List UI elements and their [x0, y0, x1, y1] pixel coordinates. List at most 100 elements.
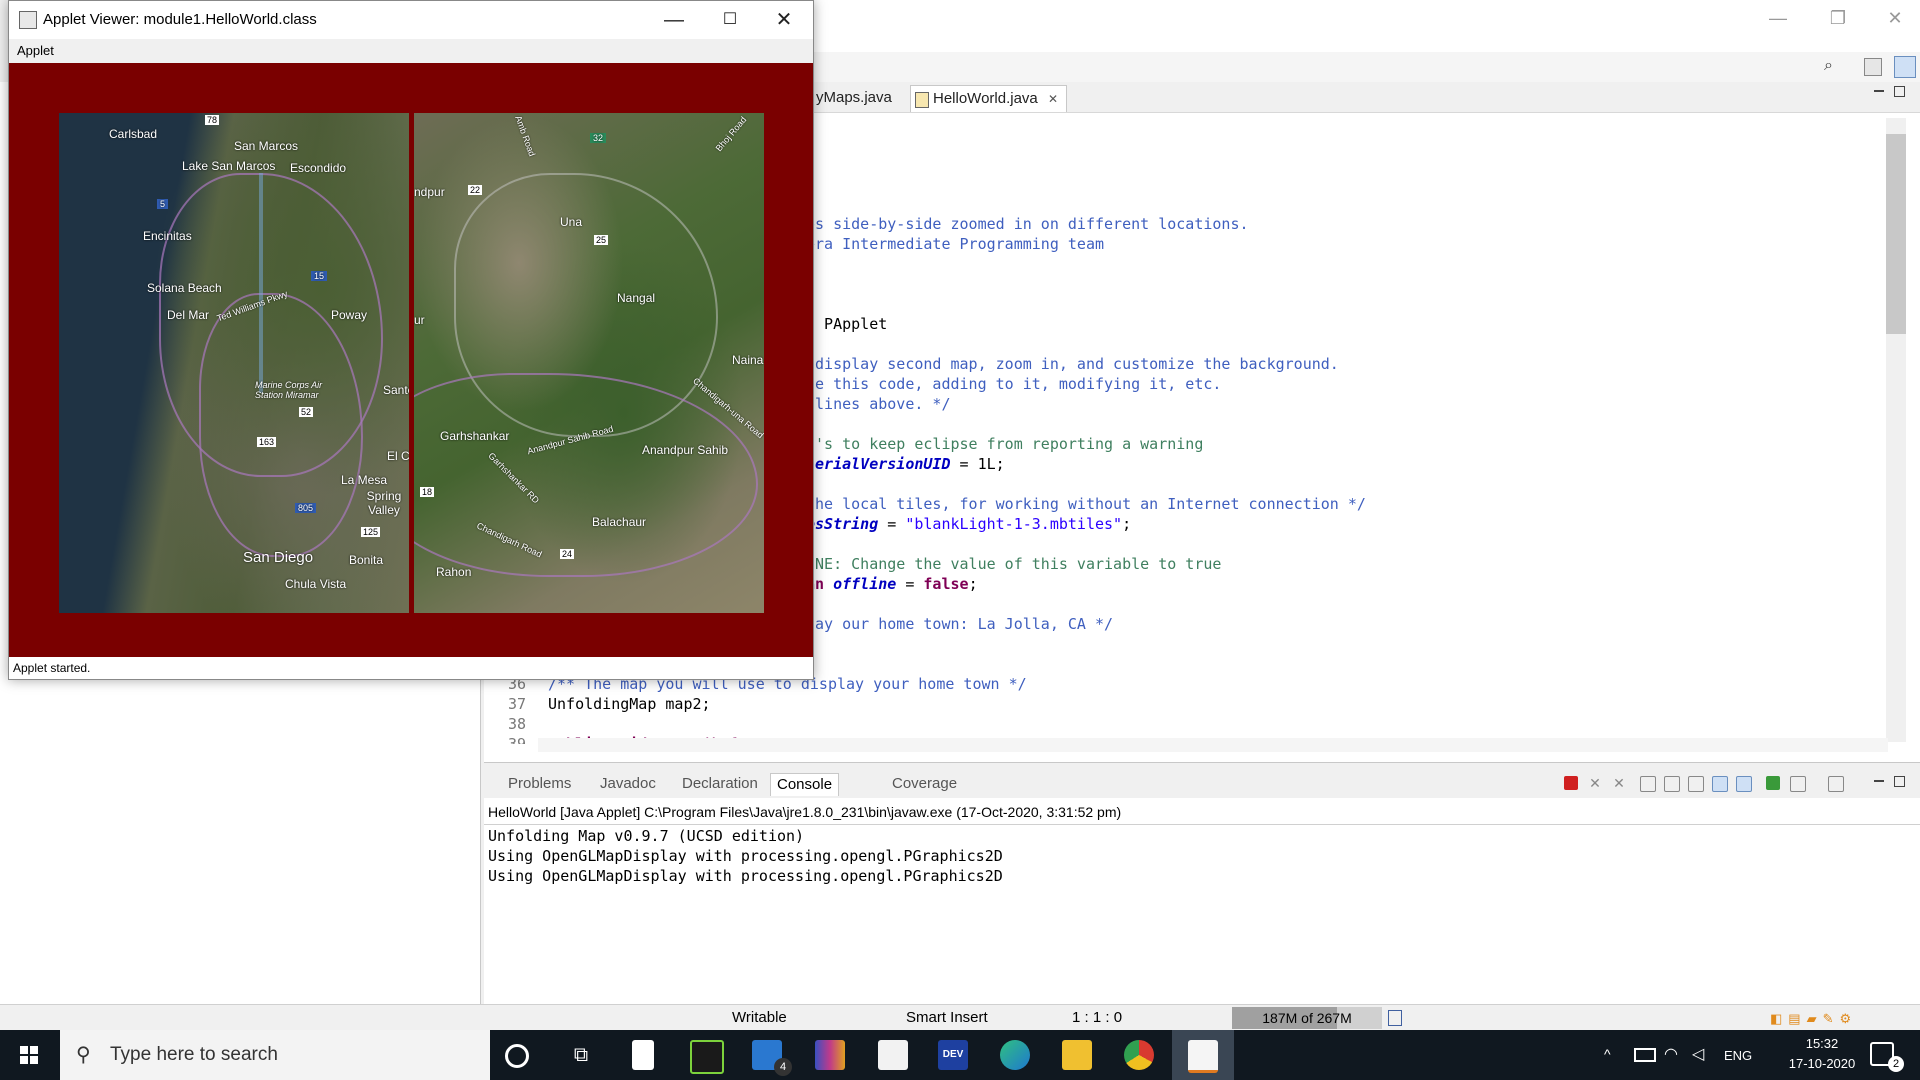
chrome-icon[interactable]: [1124, 1040, 1154, 1070]
tab-javadoc[interactable]: Javadoc: [600, 773, 656, 795]
pycharm-icon[interactable]: [690, 1040, 724, 1074]
file-explorer-icon[interactable]: [1062, 1040, 1092, 1070]
map-label: Anandpur Sahib: [642, 443, 729, 457]
map-label: San Diego: [243, 549, 314, 566]
dev-cpp-icon[interactable]: DEV: [938, 1040, 968, 1070]
map-san-diego[interactable]: Carlsbad San Marcos Lake San Marcos Esco…: [59, 113, 409, 613]
open-perspective-icon[interactable]: [1864, 58, 1882, 76]
tab-declaration[interactable]: Declaration: [682, 773, 758, 795]
map-label: Lake San Marcos: [182, 159, 276, 173]
road: [414, 373, 758, 577]
tray-icons[interactable]: ◧▤▰✎⚙: [1770, 1011, 1910, 1026]
maximize-editor-icon[interactable]: [1894, 86, 1905, 97]
map-label: Rahon: [436, 565, 472, 579]
map-label: Amb Road: [513, 114, 538, 158]
scroll-lock-icon[interactable]: [1664, 776, 1680, 792]
highway-shield: 163: [257, 437, 277, 447]
eclipse-toolbar: ⌕: [808, 52, 1920, 83]
clear-console-icon[interactable]: [1640, 776, 1656, 792]
java-icon[interactable]: [1188, 1040, 1218, 1073]
search-placeholder: Type here to search: [110, 1044, 278, 1065]
map-label: Spring Valley: [366, 489, 402, 517]
highway-shield: 32: [590, 133, 607, 143]
start-button[interactable]: [0, 1030, 60, 1080]
windows-logo-icon: [30, 1056, 38, 1064]
map-label: Nangal: [617, 291, 656, 305]
pin-console-icon[interactable]: [1766, 776, 1780, 790]
map-label: Bonita: [349, 553, 384, 567]
heap-status-label: 187M of 267M: [1262, 1010, 1352, 1026]
show-stdout-icon[interactable]: [1712, 776, 1728, 792]
status-bar: Writable Smart Insert 1 : 1 : 0 187M of …: [0, 1004, 1920, 1031]
task-view-icon[interactable]: ⧉: [566, 1040, 596, 1070]
word-wrap-icon[interactable]: [1688, 776, 1704, 792]
close-tab-icon[interactable]: ✕: [1048, 92, 1058, 106]
remove-launch-icon[interactable]: ✕: [1588, 776, 1602, 790]
clock-date[interactable]: 17-10-2020: [1772, 1056, 1872, 1071]
highway-shield: 15: [311, 271, 328, 281]
writable-status: Writable: [732, 1009, 787, 1026]
highway-shield: 5: [157, 199, 169, 209]
map-label: Chula Vista: [285, 577, 347, 591]
editor-horizontal-scrollbar[interactable]: [538, 738, 1888, 752]
map-label: Sante: [383, 383, 409, 397]
tab-helloworld-label: HelloWorld.java: [933, 90, 1038, 107]
tab-helloworld[interactable]: HelloWorld.java ✕: [910, 85, 1067, 112]
wifi-icon[interactable]: ◠: [1664, 1044, 1678, 1064]
minimize-editor-icon[interactable]: [1874, 90, 1884, 92]
minimize-icon[interactable]: —: [651, 7, 697, 33]
console-output-line: Using OpenGLMapDisplay with processing.o…: [488, 847, 1003, 865]
battery-icon[interactable]: [1634, 1048, 1656, 1062]
applet-titlebar: Applet Viewer: module1.HelloWorld.class …: [9, 1, 813, 39]
tab-console[interactable]: Console: [770, 773, 840, 796]
edge-icon[interactable]: [1000, 1040, 1030, 1070]
cortana-icon[interactable]: [505, 1044, 529, 1068]
map-label: Del Mar: [167, 308, 210, 322]
applet-canvas[interactable]: Carlsbad San Marcos Lake San Marcos Esco…: [9, 63, 813, 657]
store-icon[interactable]: [878, 1040, 908, 1070]
highway-shield: 805: [295, 503, 317, 513]
terminate-icon[interactable]: [1564, 776, 1578, 790]
highway-shield: 25: [594, 235, 609, 245]
highway-shield: 18: [420, 487, 435, 497]
display-console-icon[interactable]: [1790, 776, 1806, 792]
clock-time[interactable]: 15:32: [1790, 1036, 1854, 1051]
map-label: Carlsbad: [109, 127, 158, 141]
map-punjab[interactable]: ndpur Una Nangal Naina Garhshankar Anand…: [414, 113, 764, 613]
remove-all-icon[interactable]: ✕: [1612, 776, 1626, 790]
java-file-icon: [915, 92, 929, 108]
garbage-collect-icon[interactable]: [1388, 1010, 1402, 1026]
search-icon: ⚲: [76, 1044, 91, 1066]
tab-problems[interactable]: Problems: [508, 773, 571, 795]
java-perspective-icon[interactable]: [1894, 56, 1916, 78]
windows-taskbar: ⚲ Type here to search ⧉ 4 DEV ^ ◠ ◁ ENG …: [0, 1030, 1920, 1080]
show-stderr-icon[interactable]: [1736, 776, 1752, 792]
cursor-position-status: 1 : 1 : 0: [1072, 1009, 1123, 1026]
heap-status[interactable]: 187M of 267M: [1232, 1007, 1382, 1029]
menu-applet[interactable]: Applet: [17, 43, 54, 58]
open-console-icon[interactable]: [1828, 776, 1844, 792]
search-icon[interactable]: ⌕: [1824, 58, 1840, 74]
show-hidden-icons[interactable]: ^: [1604, 1046, 1611, 1062]
file-icon[interactable]: [632, 1040, 654, 1070]
close-icon[interactable]: ✕: [761, 7, 807, 33]
highway-shield: 125: [361, 527, 381, 537]
eclipse-close-icon[interactable]: ✕: [1880, 8, 1910, 28]
highway-shield: 22: [468, 185, 483, 195]
volume-icon[interactable]: ◁: [1692, 1044, 1704, 1064]
map-label: ur: [414, 313, 425, 327]
applet-window-title: Applet Viewer: module1.HelloWorld.class: [43, 11, 317, 28]
language-indicator[interactable]: ENG: [1724, 1048, 1752, 1063]
maximize-icon[interactable]: ☐: [707, 7, 753, 33]
eclipse-minimize-icon[interactable]: —: [1763, 8, 1793, 28]
eclipse-restore-icon[interactable]: ❐: [1823, 8, 1853, 28]
minimize-console-icon[interactable]: [1874, 780, 1884, 782]
map-label: Escondido: [290, 161, 347, 175]
maximize-console-icon[interactable]: [1894, 776, 1905, 787]
media-app-icon[interactable]: [815, 1040, 845, 1070]
tab-mymaps[interactable]: yMaps.java: [808, 85, 900, 111]
tab-coverage[interactable]: Coverage: [892, 773, 957, 795]
applet-menubar: Applet: [9, 39, 813, 63]
editor-scroll-thumb[interactable]: [1886, 134, 1906, 334]
taskbar-search-box[interactable]: ⚲ Type here to search: [60, 1030, 490, 1080]
